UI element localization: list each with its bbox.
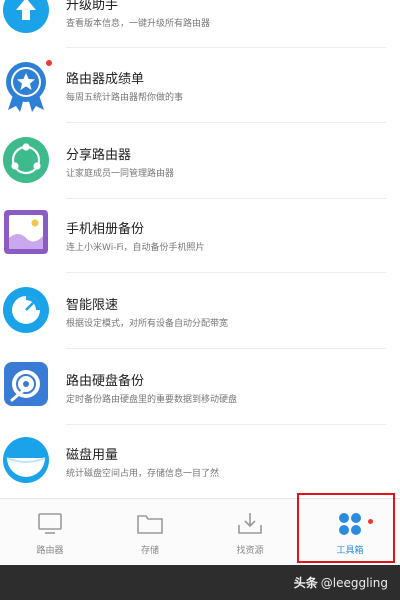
- list-item-photo-backup[interactable]: 手机相册备份 连上小米Wi-Fi，自动备份手机照片: [0, 206, 400, 280]
- list-item-router-report[interactable]: 路由器成绩单 每周五统计路由器帮你做的事: [0, 56, 400, 130]
- speed-limit-icon: [3, 287, 49, 333]
- download-icon: [238, 513, 262, 534]
- item-description: 连上小米Wi-Fi，自动备份手机照片: [66, 243, 205, 253]
- item-description: 查看版本信息，一键升级所有路由器: [66, 19, 211, 29]
- item-description: 根据设定模式，对所有设备自动分配带宽: [66, 319, 229, 329]
- tab-label: 找资源: [236, 546, 264, 556]
- router-icon: [38, 513, 62, 534]
- list-item-disk-backup[interactable]: 路由硬盘备份 定时备份路由硬盘里的重要数据到移动硬盘: [0, 358, 400, 432]
- disk-usage-icon: [3, 437, 49, 483]
- divider: [66, 348, 386, 349]
- list-item-upgrade-assistant[interactable]: 升级助手 查看版本信息，一键升级所有路由器: [0, 0, 400, 56]
- item-description: 定时备份路由硬盘里的重要数据到移动硬盘: [66, 395, 238, 405]
- item-title: 手机相册备份: [66, 222, 145, 237]
- item-title: 升级助手: [66, 0, 119, 13]
- tab-router[interactable]: 路由器: [0, 499, 100, 565]
- upgrade-arrow-icon: [3, 0, 49, 33]
- tab-label: 路由器: [36, 546, 64, 556]
- item-description: 让家庭成员一同管理路由器: [66, 169, 175, 179]
- item-title: 分享路由器: [66, 148, 132, 163]
- tab-label: 存储: [140, 546, 159, 556]
- tab-find-resources[interactable]: 找资源: [200, 499, 300, 565]
- list-item-share-router[interactable]: 分享路由器 让家庭成员一同管理路由器: [0, 132, 400, 206]
- divider: [66, 122, 386, 123]
- star-medal-icon: [6, 62, 46, 112]
- highlight-box: [297, 493, 395, 563]
- item-title: 磁盘用量: [66, 448, 119, 463]
- watermark-handle: @leeggling: [320, 576, 388, 590]
- notification-badge: [46, 60, 52, 66]
- folder-icon: [137, 515, 163, 534]
- item-title: 路由器成绩单: [66, 72, 145, 87]
- photo-album-icon: [4, 210, 48, 254]
- divider: [66, 424, 386, 425]
- item-title: 智能限速: [66, 298, 119, 313]
- watermark: 头条 @leeggling: [294, 574, 388, 591]
- watermark-bar: 头条 @leeggling: [0, 565, 400, 600]
- share-icon: [3, 137, 49, 183]
- watermark-brand: 头条: [293, 576, 318, 590]
- divider: [66, 272, 386, 273]
- list-item-smart-speed-limit[interactable]: 智能限速 根据设定模式，对所有设备自动分配带宽: [0, 282, 400, 356]
- disk-backup-icon: [4, 362, 48, 406]
- item-description: 统计磁盘空间占用，存储信息一目了然: [66, 469, 220, 479]
- divider: [66, 47, 386, 48]
- divider: [66, 198, 386, 199]
- tab-storage[interactable]: 存储: [100, 499, 200, 565]
- item-title: 路由硬盘备份: [66, 374, 145, 389]
- item-description: 每周五统计路由器帮你做的事: [66, 93, 184, 103]
